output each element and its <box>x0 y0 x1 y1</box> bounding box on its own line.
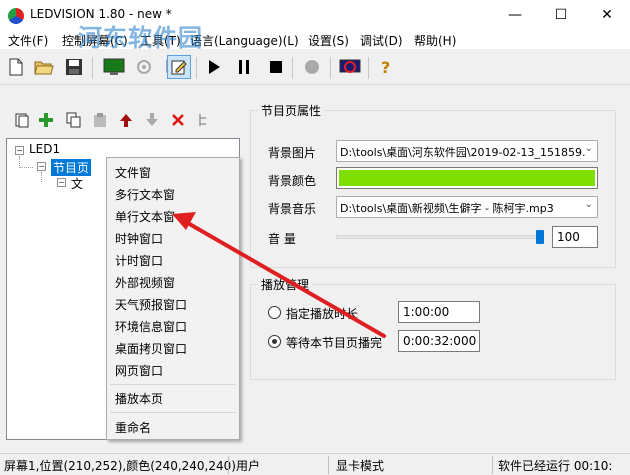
tree-collapse-toggle[interactable]: − <box>37 162 46 171</box>
menu-item-environment[interactable]: 环境信息窗口 <box>115 318 187 335</box>
fixed-duration-radio[interactable] <box>268 306 281 319</box>
menu-debug[interactable]: 调试(D) <box>360 32 403 49</box>
toolbar-separator <box>368 57 369 79</box>
bg-color-fill <box>339 170 595 186</box>
app-logo-icon <box>8 8 24 24</box>
menu-item-webpage[interactable]: 网页窗口 <box>115 362 163 379</box>
minimize-button[interactable]: — <box>492 0 538 30</box>
menu-language[interactable]: 语言(Language)(L) <box>190 32 299 49</box>
menu-file[interactable]: 文件(F) <box>8 32 48 49</box>
menu-item-play-page[interactable]: 播放本页 <box>115 390 163 407</box>
maximize-button[interactable]: ☐ <box>538 0 584 30</box>
menu-item-external-video[interactable]: 外部视频窗 <box>115 274 175 291</box>
context-menu: 文件窗 多行文本窗 单行文本窗 时钟窗口 计时窗口 外部视频窗 天气预报窗口 环… <box>106 157 240 440</box>
screen-monitor-icon[interactable] <box>102 55 126 79</box>
wait-page-end-radio[interactable] <box>268 335 281 348</box>
menu-item-timer[interactable]: 计时窗口 <box>115 252 163 269</box>
bg-music-label: 背景音乐 <box>268 202 317 216</box>
new-file-icon[interactable] <box>4 55 28 79</box>
tree-expand-toggle[interactable]: − <box>57 178 66 187</box>
main-toolbar: ? <box>0 51 630 85</box>
menu-item-desktop-copy[interactable]: 桌面拷贝窗口 <box>115 340 187 357</box>
status-user: 用户 <box>236 459 261 473</box>
bg-music-value: D:\tools\桌面\新视频\生僻字 - 陈柯宇.mp3 <box>340 202 554 215</box>
copy-icon[interactable] <box>64 112 84 132</box>
move-down-disabled-icon[interactable] <box>142 112 162 132</box>
help-icon[interactable]: ? <box>374 55 398 79</box>
bg-image-label: 背景图片 <box>268 146 317 160</box>
bg-color-label: 背景颜色 <box>268 174 317 188</box>
settings-disabled-icon[interactable] <box>132 55 156 79</box>
bg-image-select[interactable]: D:\tools\桌面\河东软件园\2019-02-13_151859. ⌄ <box>336 140 598 162</box>
volume-input[interactable]: 100 <box>552 226 598 248</box>
menu-control-screen[interactable]: 控制屏幕(C) <box>62 32 128 49</box>
tree-collapse-toggle[interactable]: − <box>15 146 24 155</box>
bg-color-picker[interactable] <box>336 167 598 189</box>
open-folder-icon[interactable] <box>32 55 56 79</box>
wait-page-end-label: 等待本节目页播完 <box>286 336 383 350</box>
fixed-duration-input[interactable]: 1:00:00 <box>398 301 480 323</box>
fixed-duration-label: 指定播放时长 <box>286 307 359 321</box>
chevron-down-icon: ⌄ <box>584 199 593 210</box>
add-icon[interactable] <box>36 112 56 132</box>
menu-item-file-window[interactable]: 文件窗 <box>115 164 151 181</box>
bg-music-select[interactable]: D:\tools\桌面\新视频\生僻字 - 陈柯宇.mp3 ⌄ <box>336 196 598 218</box>
menu-settings[interactable]: 设置(S) <box>308 32 349 49</box>
chevron-down-icon: ⌄ <box>584 143 593 154</box>
menu-separator <box>110 384 236 385</box>
window-title: LEDVISION 1.80 - new * <box>30 7 172 21</box>
save-icon[interactable] <box>62 55 86 79</box>
properties-panel: 节目页属性 背景图片 D:\tools\桌面\河东软件园\2019-02-13_… <box>250 102 622 452</box>
toolbar-separator <box>292 57 293 79</box>
add-page-icon[interactable] <box>12 112 32 132</box>
menu-bar: 文件(F) 控制屏幕(C) 工具(T) 语言(Language)(L) 设置(S… <box>0 30 630 50</box>
tree-node-led1[interactable]: LED1 <box>29 142 60 156</box>
volume-slider-track[interactable] <box>336 235 542 239</box>
wait-duration-input[interactable]: 0:00:32:000 <box>398 330 480 352</box>
menu-item-multiline-text[interactable]: 多行文本窗 <box>115 186 175 203</box>
pause-icon[interactable] <box>232 55 256 79</box>
screen-off-icon[interactable] <box>338 55 362 79</box>
volume-slider-thumb[interactable] <box>536 230 544 244</box>
move-up-icon[interactable] <box>116 112 136 132</box>
status-mode: 显卡模式 <box>336 459 385 473</box>
svg-text:?: ? <box>381 58 390 76</box>
menu-item-singleline-text[interactable]: 单行文本窗 <box>115 208 175 225</box>
toolbar-separator <box>196 57 197 79</box>
paste-disabled-icon[interactable] <box>90 112 110 132</box>
bg-image-value: D:\tools\桌面\河东软件园\2019-02-13_151859. <box>340 146 586 159</box>
menu-item-rename[interactable]: 重命名 <box>115 419 151 436</box>
tree-structure-disabled-icon[interactable] <box>194 112 214 132</box>
playback-title: 播放管理 <box>258 276 313 293</box>
menu-help[interactable]: 帮助(H) <box>414 32 456 49</box>
status-screen-info: 屏幕1,位置(210,252),颜色(240,240,240) <box>4 459 236 473</box>
tree-node-child[interactable]: 文 <box>71 175 83 192</box>
menu-tools[interactable]: 工具(T) <box>140 32 181 49</box>
delete-icon[interactable] <box>168 112 188 132</box>
edit-page-icon[interactable] <box>167 55 191 79</box>
toolbar-separator <box>330 57 331 79</box>
record-disabled-icon[interactable] <box>300 55 324 79</box>
stop-icon[interactable] <box>264 55 288 79</box>
status-bar: 屏幕1,位置(210,252),颜色(240,240,240) 用户 显卡模式 … <box>0 453 630 475</box>
page-properties-title: 节目页属性 <box>258 102 325 119</box>
menu-separator <box>110 412 236 413</box>
title-bar: LEDVISION 1.80 - new * — ☐ ✕ <box>0 0 630 30</box>
volume-label: 音 量 <box>268 232 296 246</box>
toolbar-separator <box>92 57 93 79</box>
close-button[interactable]: ✕ <box>584 0 630 30</box>
status-runtime: 软件已经运行 00:10: <box>498 459 613 473</box>
tree-node-program-page[interactable]: 节目页 <box>51 159 92 176</box>
menu-item-clock[interactable]: 时钟窗口 <box>115 230 163 247</box>
menu-item-weather[interactable]: 天气预报窗口 <box>115 296 187 313</box>
tree-toolbar <box>6 110 236 136</box>
play-icon[interactable] <box>202 55 226 79</box>
